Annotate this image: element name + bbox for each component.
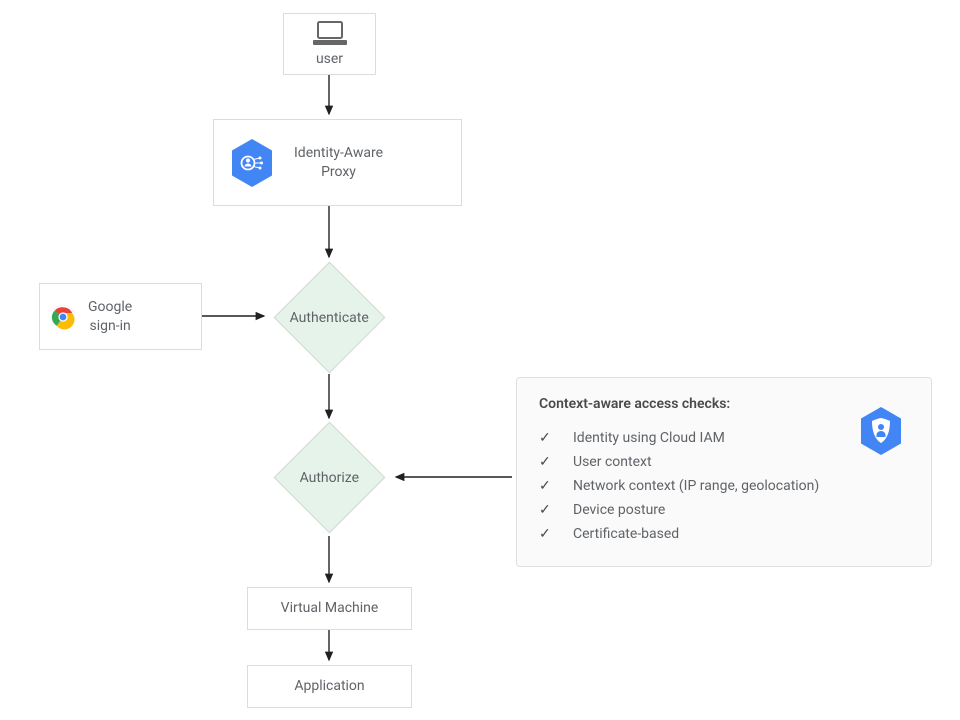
node-app-label: Application [294, 677, 364, 696]
info-context-aware-access: Context-aware access checks: Identity us… [516, 377, 932, 567]
node-user-label: user [316, 50, 343, 69]
node-signin: Google sign-in [39, 283, 202, 350]
info-item: Certificate-based [539, 522, 909, 546]
info-check-list: Identity using Cloud IAM User context Ne… [539, 426, 909, 546]
node-iap: Identity-Aware Proxy [213, 119, 462, 206]
info-item: Device posture [539, 498, 909, 522]
laptop-icon [310, 20, 350, 48]
node-signin-label: Google sign-in [88, 298, 132, 336]
node-authenticate: Authenticate [274, 262, 386, 374]
node-user: user [283, 13, 376, 75]
node-authenticate-label: Authenticate [290, 310, 369, 326]
info-title: Context-aware access checks: [539, 396, 909, 412]
node-authorize: Authorize [274, 422, 386, 534]
node-authorize-label: Authorize [300, 470, 359, 486]
node-vm: Virtual Machine [247, 587, 412, 630]
info-item: User context [539, 450, 909, 474]
iap-hexagon-icon [230, 138, 274, 188]
node-iap-label: Identity-Aware Proxy [294, 144, 383, 182]
node-vm-label: Virtual Machine [281, 599, 379, 618]
info-item: Identity using Cloud IAM [539, 426, 909, 450]
info-item: Network context (IP range, geolocation) [539, 474, 909, 498]
node-app: Application [247, 665, 412, 708]
flow-arrows [0, 0, 960, 720]
security-hexagon-icon [859, 406, 903, 456]
chrome-icon [50, 304, 76, 330]
